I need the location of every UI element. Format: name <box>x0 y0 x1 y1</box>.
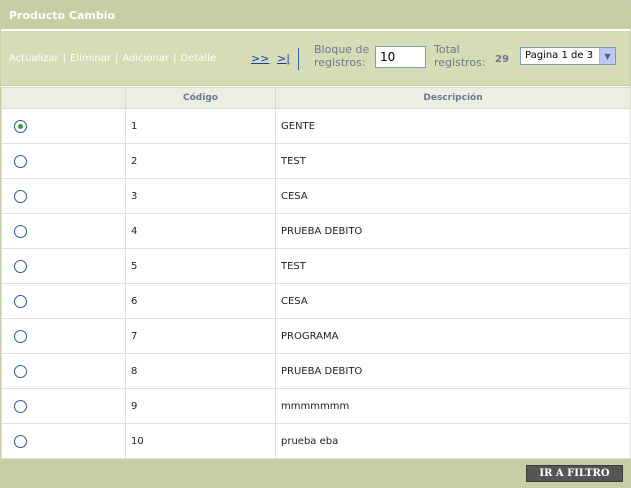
row-select-cell <box>1 353 126 389</box>
detail-link[interactable]: Detalle <box>180 53 216 64</box>
row-code: 3 <box>125 178 276 214</box>
table-header-row: Código Descripción <box>1 87 631 109</box>
page-select-value: Pagina 1 de 3 <box>525 50 594 61</box>
separator: | <box>173 53 177 64</box>
radio-icon[interactable] <box>14 259 27 273</box>
delete-link[interactable]: Eliminar <box>70 53 111 64</box>
row-description: GENTE <box>275 108 631 144</box>
row-code: 8 <box>125 353 276 389</box>
window: Producto Cambio Actualizar | Eliminar | Adic… <box>0 0 631 488</box>
page-title: Producto Cambio <box>1 1 630 30</box>
row-description: mmmmmmm <box>275 388 631 424</box>
row-select-cell <box>1 248 126 284</box>
row-description: PRUEBA DEBITO <box>275 353 631 389</box>
table-row[interactable]: 10 prueba eba <box>1 423 631 459</box>
header-description[interactable]: Descripción <box>275 87 631 109</box>
row-code: 1 <box>125 108 276 144</box>
table-row[interactable]: 4 PRUEBA DEBITO <box>1 213 631 249</box>
table-row[interactable]: 6 CESA <box>1 283 631 319</box>
row-description: CESA <box>275 178 631 214</box>
add-link[interactable]: Adicionar <box>122 53 169 64</box>
row-description: TEST <box>275 248 631 284</box>
footer-bar: IR A FILTRO <box>1 459 630 487</box>
separator: | <box>62 53 66 64</box>
row-code: 10 <box>125 423 276 459</box>
row-description: CESA <box>275 283 631 319</box>
row-code: 9 <box>125 388 276 424</box>
radio-icon[interactable] <box>14 399 27 413</box>
header-select <box>1 87 126 109</box>
records-table: Código Descripción 1 GENTE 2 TEST 3 CESA 4 PRUE… <box>1 87 631 459</box>
row-description: TEST <box>275 143 631 179</box>
table-row[interactable]: 7 PROGRAMA <box>1 318 631 354</box>
total-records-label: Total registros: <box>434 43 486 69</box>
row-description: PRUEBA DEBITO <box>275 213 631 249</box>
chevron-down-icon[interactable]: ▼ <box>599 48 615 64</box>
separator: | <box>114 53 119 64</box>
go-to-filter-button[interactable]: IR A FILTRO <box>526 465 623 482</box>
radio-icon[interactable] <box>14 434 27 448</box>
total-records-value: 29 <box>495 54 509 65</box>
row-select-cell <box>1 423 126 459</box>
table-row[interactable]: 5 TEST <box>1 248 631 284</box>
row-code: 4 <box>125 213 276 249</box>
table-row[interactable]: 3 CESA <box>1 178 631 214</box>
radio-icon[interactable] <box>14 189 27 203</box>
row-code: 6 <box>125 283 276 319</box>
next-page-link[interactable]: >> <box>251 52 269 65</box>
radio-icon[interactable] <box>14 329 27 343</box>
row-description: prueba eba <box>275 423 631 459</box>
toolbar: Actualizar | Eliminar | Adicionar | Detalle >>… <box>1 31 630 86</box>
row-select-cell <box>1 318 126 354</box>
row-code: 2 <box>125 143 276 179</box>
table-row[interactable]: 9 mmmmmmm <box>1 388 631 424</box>
row-select-cell <box>1 388 126 424</box>
table-row[interactable]: 1 GENTE <box>1 108 631 144</box>
page-select[interactable]: Pagina 1 de 3 ▼ <box>520 47 616 65</box>
radio-icon[interactable] <box>14 364 27 378</box>
row-select-cell <box>1 178 126 214</box>
row-code: 5 <box>125 248 276 284</box>
action-links: Actualizar | Eliminar | Adicionar | Detalle <box>9 53 216 64</box>
block-size-label: Bloque de registros: <box>314 43 370 69</box>
last-page-link[interactable]: >| <box>277 52 290 65</box>
radio-icon[interactable] <box>14 119 27 133</box>
table-row[interactable]: 8 PRUEBA DEBITO <box>1 353 631 389</box>
update-link[interactable]: Actualizar <box>9 53 59 64</box>
row-select-cell <box>1 283 126 319</box>
row-select-cell <box>1 213 126 249</box>
row-select-cell <box>1 143 126 179</box>
header-code[interactable]: Código <box>125 87 276 109</box>
radio-icon[interactable] <box>14 154 27 168</box>
row-description: PROGRAMA <box>275 318 631 354</box>
row-select-cell <box>1 108 126 144</box>
radio-icon[interactable] <box>14 294 27 308</box>
table-row[interactable]: 2 TEST <box>1 143 631 179</box>
block-size-input[interactable] <box>375 46 426 68</box>
radio-icon[interactable] <box>14 224 27 238</box>
row-code: 7 <box>125 318 276 354</box>
pager-divider <box>298 48 299 70</box>
